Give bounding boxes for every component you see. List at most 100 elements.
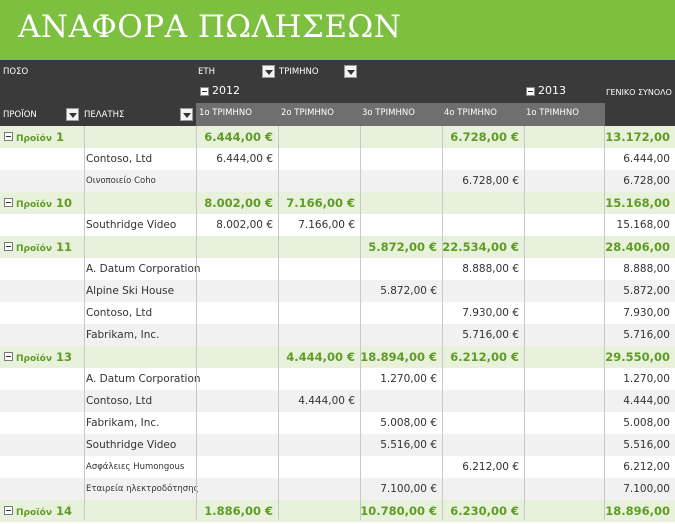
customer-name: Contoso, Ltd (86, 153, 153, 165)
quarter-header-1: 1ο ΤΡΙΜΗΝΟ (199, 108, 252, 118)
product-label: ΠΡΟΪΟΝ (3, 110, 37, 120)
quarter-value-cell: 1.270,00 € (380, 373, 437, 385)
grand-total-cell: 6.212,00 (623, 461, 670, 473)
group-name: Προϊόν 13 (0, 346, 195, 368)
column-divider (604, 126, 605, 520)
quarter-value-cell: 5.008,00 € (380, 417, 437, 429)
group-row: Προϊόν 11 5.872,00 € 22.534,00 € 28.406,00 (0, 236, 675, 258)
quarter-value-cell: 8.888,00 € (462, 263, 519, 275)
quarter-value-cell (524, 192, 604, 214)
quarter-value-cell (524, 302, 604, 324)
quarter-value-cell (360, 192, 442, 214)
column-divider (360, 126, 361, 520)
group-row: Προϊόν 10 8.002,00 € 7.166,00 € 15.168,00 (0, 192, 675, 214)
quarter-value-cell (278, 478, 360, 500)
customer-name: A. Datum Corporation (86, 263, 201, 275)
group-name: Προϊόν 10 (0, 192, 195, 214)
quarter-value-cell (278, 170, 360, 192)
grand-total-cell: 8.888,00 (623, 263, 670, 275)
quarter-value-cell (360, 148, 442, 170)
quarter-value-cell (524, 324, 604, 346)
quarter-value-cell: 6.230,00 € (450, 504, 519, 518)
quarter-value-cell: 6.212,00 € (462, 461, 519, 473)
quarter-value-cell (524, 412, 604, 434)
years-filter-button[interactable] (262, 65, 275, 78)
table-row: Contoso, Ltd 4.444,00 € 4.444,00 (0, 390, 675, 412)
quarter-value-cell: 6.728,00 € (462, 175, 519, 187)
quarter-value-cell (360, 126, 442, 148)
column-divider (84, 126, 85, 520)
quarter-value-cell (524, 170, 604, 192)
quarter-value-cell (524, 148, 604, 170)
quarter-value-cell (278, 258, 360, 280)
quarter-value-cell (524, 126, 604, 148)
values-label: ΠΟΣΟ (3, 67, 29, 77)
quarter-value-cell (524, 390, 604, 412)
group-number: 10 (56, 196, 73, 210)
customer-name: Fabrikam, Inc. (86, 329, 160, 341)
quarter-value-cell (196, 280, 278, 302)
group-name-label: Προϊόν (16, 508, 52, 518)
quarter-value-cell (196, 456, 278, 478)
customer-name: Southridge Video (86, 219, 177, 231)
grand-total-cell: 1.270,00 (623, 373, 670, 385)
quarter-filter-button[interactable] (344, 65, 357, 78)
quarter-value-cell: 22.534,00 € (442, 240, 519, 254)
quarter-value-cell (196, 324, 278, 346)
quarter-value-cell: 5.716,00 € (462, 329, 519, 341)
quarter-value-cell (360, 456, 442, 478)
product-filter-button[interactable] (66, 108, 79, 121)
quarter-value-cell (360, 258, 442, 280)
quarter-value-cell (524, 456, 604, 478)
quarter-value-cell (524, 478, 604, 500)
quarter-value-cell (442, 192, 524, 214)
customer-filter-button[interactable] (180, 108, 193, 121)
quarter-value-cell (524, 280, 604, 302)
quarter-value-cell (196, 346, 278, 368)
table-row: Alpine Ski House 5.872,00 € 5.872,00 (0, 280, 675, 302)
page-title: ΑΝΑΦΟΡΑ ΠΩΛΗΣΕΩΝ (18, 9, 402, 45)
table-row: A. Datum Corporation 8.888,00 € 8.888,00 (0, 258, 675, 280)
table-row: Ασφάλειες Humongous 6.212,00 € 6.212,00 (0, 456, 675, 478)
years-label: ΕΤΗ (198, 67, 215, 77)
quarter-value-cell (278, 126, 360, 148)
collapse-2013-icon[interactable] (526, 87, 535, 96)
customer-name: Οινοποιείο Coho (86, 176, 156, 186)
quarter-value-cell (442, 280, 524, 302)
customer-name: Ασφάλειες Humongous (86, 462, 185, 472)
group-name: Προϊόν 1 (0, 126, 195, 148)
group-name-label: Προϊόν (16, 354, 52, 364)
grand-total-cell: 6.444,00 (623, 153, 670, 165)
quarter-value-cell (524, 368, 604, 390)
quarter-value-cell: 8.002,00 € (216, 219, 273, 231)
group-number: 13 (56, 350, 73, 364)
group-number: 11 (56, 240, 73, 254)
quarter-value-cell: 7.166,00 € (298, 219, 355, 231)
grand-total-cell: 4.444,00 (623, 395, 670, 407)
column-divider (278, 126, 279, 520)
quarter-value-cell (524, 236, 604, 258)
quarter-value-cell (442, 478, 524, 500)
table-row: Contoso, Ltd 7.930,00 € 7.930,00 (0, 302, 675, 324)
quarter-value-cell (196, 368, 278, 390)
quarter-value-cell (524, 346, 604, 368)
group-name: Προϊόν 14 (0, 500, 195, 522)
quarter-value-cell (360, 390, 442, 412)
grand-total-cell: 13.172,00 (605, 130, 670, 144)
quarter-value-cell (442, 434, 524, 456)
quarter-value-cell: 5.872,00 € (380, 285, 437, 297)
column-divider (524, 126, 525, 520)
group-row: Προϊόν 1 6.444,00 € 6.728,00 € 13.172,00 (0, 126, 675, 148)
grand-total-cell: 6.728,00 (623, 175, 670, 187)
quarter-value-cell (442, 390, 524, 412)
quarter-value-cell (278, 324, 360, 346)
quarter-value-cell (278, 500, 360, 522)
year-2012-label: 2012 (212, 84, 240, 97)
quarter-value-cell (196, 258, 278, 280)
grand-total-cell: 5.516,00 (623, 439, 670, 451)
collapse-2012-icon[interactable] (200, 87, 209, 96)
quarter-value-cell (524, 214, 604, 236)
quarter-value-cell (442, 214, 524, 236)
grand-total-cell: 29.550,00 (605, 350, 670, 364)
customer-label: ΠΕΛΑΤΗΣ (84, 110, 125, 120)
